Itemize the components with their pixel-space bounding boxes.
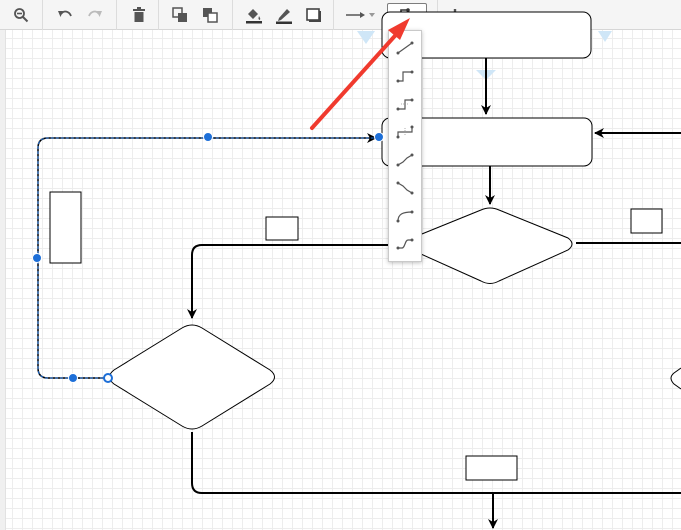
annotation-arrow-line	[310, 26, 404, 130]
annotation-arrow	[310, 18, 410, 130]
annotation-arrow-head	[388, 18, 410, 40]
